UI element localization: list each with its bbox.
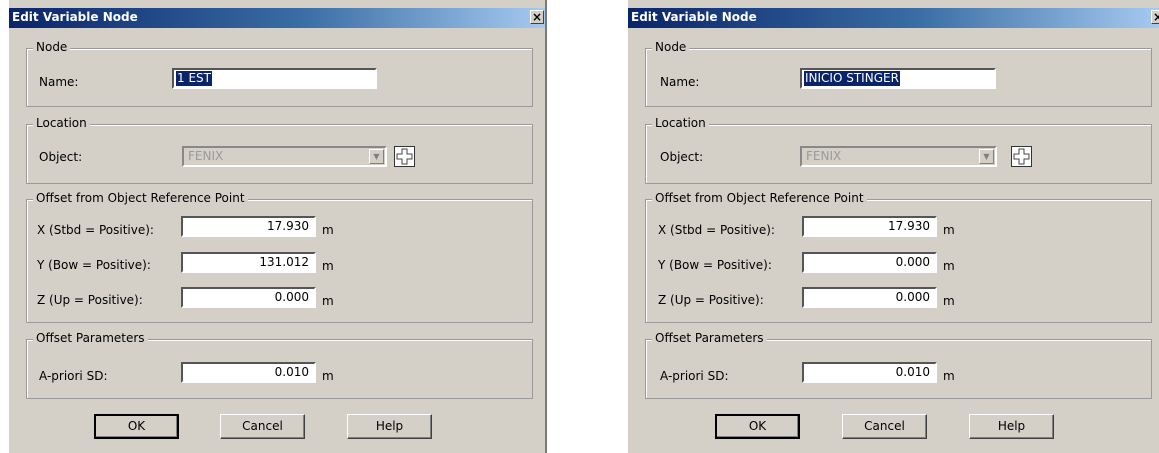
- offset-params-legend: Offset Parameters: [33, 331, 148, 345]
- offset-legend: Offset from Object Reference Point: [33, 191, 248, 205]
- y-label: Y (Bow = Positive):: [37, 258, 151, 272]
- combo-arrow-icon[interactable]: ▼: [369, 149, 384, 164]
- object-value: FENIX: [806, 149, 842, 163]
- cancel-button[interactable]: Cancel: [842, 414, 927, 439]
- x-unit: m: [943, 223, 955, 237]
- cancel-button[interactable]: Cancel: [220, 414, 305, 439]
- sd-input[interactable]: 0.010: [181, 362, 316, 383]
- node-legend: Node: [33, 40, 71, 54]
- close-button[interactable]: ×: [1151, 10, 1159, 24]
- z-unit: m: [943, 294, 955, 308]
- y-unit: m: [943, 259, 955, 273]
- object-label: Object:: [39, 150, 83, 164]
- z-label: Z (Up = Positive):: [658, 293, 764, 307]
- y-input[interactable]: 131.012: [181, 252, 316, 273]
- close-icon: ×: [1152, 10, 1159, 24]
- add-object-button[interactable]: [394, 146, 415, 167]
- z-unit: m: [322, 294, 334, 308]
- location-legend: Location: [33, 116, 90, 130]
- z-label: Z (Up = Positive):: [37, 293, 143, 307]
- title-bar[interactable]: Edit Variable Node ×: [9, 8, 545, 28]
- name-input[interactable]: 1 EST: [172, 68, 377, 89]
- name-label: Name:: [39, 75, 79, 89]
- offset-params-legend: Offset Parameters: [652, 331, 767, 345]
- ok-button[interactable]: OK: [94, 414, 179, 439]
- title-bar[interactable]: Edit Variable Node ×: [628, 8, 1159, 28]
- plus-outline-icon: [396, 148, 413, 165]
- edit-variable-node-dialog-2: Edit Variable Node × Node Name: INICIO S…: [628, 0, 1159, 453]
- z-input[interactable]: 0.000: [802, 287, 937, 308]
- dialog-title: Edit Variable Node: [631, 10, 757, 24]
- sd-label: A-priori SD:: [39, 369, 108, 383]
- object-select[interactable]: FENIX ▼: [800, 146, 997, 167]
- close-icon: ×: [531, 10, 543, 24]
- name-value-selected: 1 EST: [176, 71, 212, 86]
- sd-label: A-priori SD:: [660, 369, 729, 383]
- edit-variable-node-dialog-1: Edit Variable Node × Node Name: 1 EST Lo…: [9, 0, 547, 453]
- x-input[interactable]: 17.930: [181, 216, 316, 237]
- location-legend: Location: [652, 116, 709, 130]
- object-select[interactable]: FENIX ▼: [182, 146, 387, 167]
- offset-legend: Offset from Object Reference Point: [652, 191, 867, 205]
- sd-input[interactable]: 0.010: [802, 362, 937, 383]
- help-button[interactable]: Help: [969, 414, 1054, 439]
- sd-unit: m: [943, 369, 955, 383]
- z-input[interactable]: 0.000: [181, 287, 316, 308]
- node-legend: Node: [652, 40, 690, 54]
- x-label: X (Stbd = Positive):: [658, 223, 775, 237]
- y-label: Y (Bow = Positive):: [658, 258, 772, 272]
- ok-button[interactable]: OK: [715, 414, 800, 439]
- plus-outline-icon: [1013, 148, 1030, 165]
- x-unit: m: [322, 223, 334, 237]
- close-button[interactable]: ×: [530, 10, 544, 24]
- y-unit: m: [322, 259, 334, 273]
- name-input[interactable]: INICIO STINGER: [800, 68, 996, 89]
- combo-arrow-icon[interactable]: ▼: [979, 149, 994, 164]
- y-input[interactable]: 0.000: [802, 252, 937, 273]
- name-value-selected: INICIO STINGER: [804, 71, 900, 86]
- x-label: X (Stbd = Positive):: [37, 223, 154, 237]
- x-input[interactable]: 17.930: [802, 216, 937, 237]
- help-button[interactable]: Help: [347, 414, 432, 439]
- object-value: FENIX: [188, 149, 224, 163]
- dialog-title: Edit Variable Node: [12, 10, 138, 24]
- add-object-button[interactable]: [1011, 146, 1032, 167]
- sd-unit: m: [322, 369, 334, 383]
- object-label: Object:: [660, 150, 704, 164]
- name-label: Name:: [660, 75, 700, 89]
